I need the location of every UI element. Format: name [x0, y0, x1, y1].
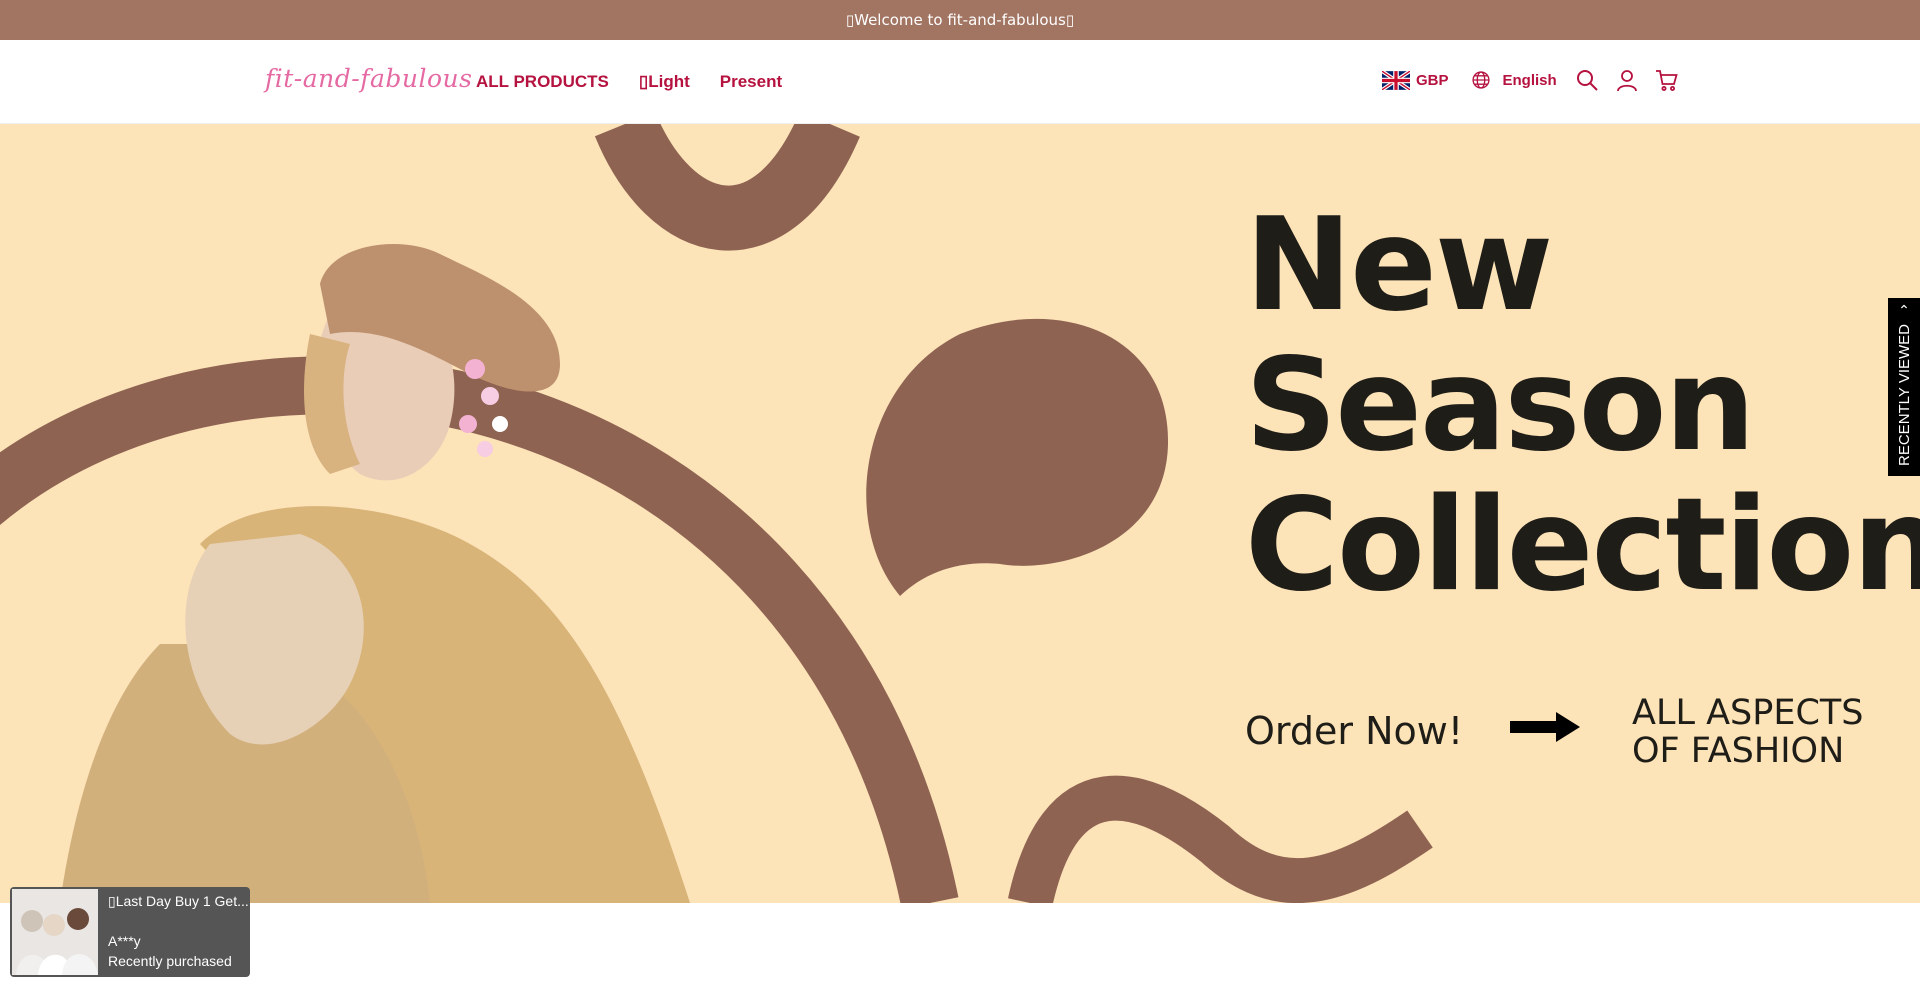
- toast-status: Recently purchased: [108, 953, 232, 969]
- recent-purchase-toast[interactable]: ▯Last Day Buy 1 Get... A***y Recently pu…: [10, 887, 250, 977]
- hero-title: New Season Collection: [1245, 196, 1920, 616]
- globe-icon[interactable]: [1471, 70, 1491, 90]
- hero-title-line: Season: [1245, 331, 1756, 480]
- search-icon[interactable]: [1575, 68, 1599, 92]
- header-actions: GBP English: [1382, 66, 1695, 94]
- hero-tagline-line: ALL ASPECTS: [1632, 693, 1864, 733]
- chevron-up-icon: ⌃: [1898, 303, 1910, 319]
- account-icon[interactable]: [1615, 68, 1639, 92]
- site-logo[interactable]: fit-and-fabulous: [265, 64, 472, 93]
- arrow-right-icon: [1510, 712, 1580, 742]
- hero-banner[interactable]: New Season Collection Order Now! ALL ASP…: [0, 124, 1920, 903]
- nav-all-products[interactable]: ALL PRODUCTS: [476, 72, 609, 92]
- hero-title-line: Collection: [1245, 471, 1920, 620]
- site-header: fit-and-fabulous ALL PRODUCTS ▯Light Pre…: [0, 40, 1920, 124]
- hero-tagline: ALL ASPECTS OF FASHION: [1632, 694, 1863, 770]
- hero-title-line: New: [1245, 191, 1553, 340]
- recently-viewed-tab[interactable]: ⌃ RECENTLY VIEWED: [1888, 298, 1920, 476]
- language-selector[interactable]: English: [1503, 72, 1557, 89]
- toast-buyer: A***y: [108, 933, 141, 949]
- announcement-text: ▯Welcome to fit-and-fabulous▯: [845, 11, 1075, 29]
- cart-icon[interactable]: [1655, 68, 1679, 92]
- recently-viewed-label: RECENTLY VIEWED: [1895, 324, 1913, 466]
- hero-tagline-line: OF FASHION: [1632, 731, 1845, 771]
- model-figure: [60, 244, 690, 903]
- nav-present[interactable]: Present: [720, 72, 782, 92]
- product-thumbnail: [12, 889, 98, 975]
- uk-flag-icon[interactable]: [1382, 70, 1410, 90]
- order-now-link[interactable]: Order Now!: [1245, 709, 1463, 753]
- currency-selector[interactable]: GBP: [1416, 72, 1449, 89]
- main-nav: ALL PRODUCTS ▯Light Present: [476, 72, 782, 92]
- toast-title: ▯Last Day Buy 1 Get...: [108, 893, 248, 909]
- nav-light[interactable]: ▯Light: [639, 72, 690, 92]
- announcement-bar: ▯Welcome to fit-and-fabulous▯: [0, 0, 1920, 40]
